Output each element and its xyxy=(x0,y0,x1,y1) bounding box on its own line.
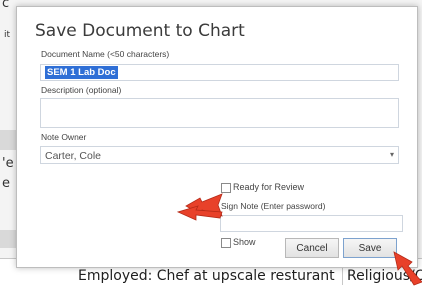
annotation-arrows xyxy=(176,193,422,286)
annotation-arrow-icon xyxy=(393,251,422,286)
